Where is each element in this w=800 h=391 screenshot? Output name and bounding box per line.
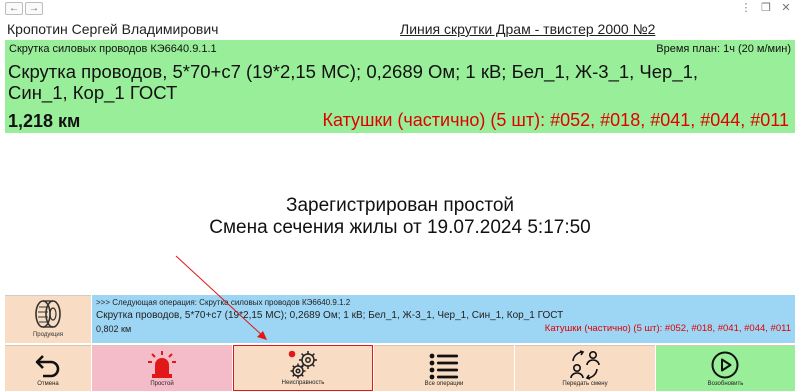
gears-fault-icon: [288, 350, 317, 379]
cancel-label: Отмена: [37, 381, 59, 387]
cancel-button[interactable]: Отмена: [5, 345, 91, 391]
downtime-message: Зарегистрирован простой Смена сечения жи…: [0, 195, 800, 239]
fault-button[interactable]: Неисправность: [233, 345, 373, 391]
fault-label: Неисправность: [281, 380, 325, 386]
downtime-message-detail: Смена сечения жилы от 19.07.2024 5:17:50: [209, 217, 591, 238]
operation-length: 1,218 км: [8, 111, 81, 131]
close-icon[interactable]: ✕: [776, 2, 796, 15]
products-button[interactable]: Продукция: [5, 295, 91, 343]
planned-time: Время план: 1ч (20 м/мин): [656, 43, 791, 55]
window-controls: ⋮ ❐ ✕: [736, 2, 796, 15]
all-operations-label: Все операции: [424, 381, 464, 387]
operation-title-line-2: Син_1, Кор_1 ГОСТ: [8, 82, 178, 103]
line-name-link[interactable]: Линия скрутки Драм - твистер 2000 №2: [400, 21, 655, 37]
operation-title-line-1: Скрутка проводов, 5*70+с7 (19*2,15 МС); …: [8, 61, 699, 82]
resume-label: Возобновить: [707, 381, 744, 387]
next-operation-panel[interactable]: >>> Следующая операция: Скрутка силовых …: [92, 295, 795, 343]
next-operation-header: >>> Следующая операция: Скрутка силовых …: [96, 298, 351, 307]
operation-coils: Катушки (частично) (5 шт): #052, #018, #…: [322, 110, 790, 130]
cable-reel-icon: [35, 300, 61, 328]
downtime-message-title: Зарегистрирован простой: [285, 195, 515, 216]
idle-button[interactable]: Простой: [92, 345, 232, 391]
back-icon[interactable]: ←: [5, 2, 23, 15]
top-bar: ← → ⋮ ❐ ✕: [0, 0, 800, 18]
products-label: Продукция: [32, 332, 64, 338]
resume-button[interactable]: Возобновить: [656, 345, 795, 391]
user-swap-icon: [570, 350, 600, 380]
user-name: Кропотин Сергей Владимирович: [7, 21, 219, 37]
idle-label: Простой: [150, 381, 174, 387]
restore-icon[interactable]: ❐: [756, 2, 776, 15]
next-operation-title: Скрутка проводов, 5*70+с7 (19*2,15 МС); …: [96, 310, 564, 321]
undo-icon: [35, 355, 60, 378]
all-operations-button[interactable]: Все операции: [374, 345, 514, 391]
operation-title: Скрутка проводов, 5*70+с7 (19*2,15 МС); …: [8, 61, 788, 103]
header: Кропотин Сергей Владимирович Линия скрут…: [0, 18, 800, 40]
more-menu-icon[interactable]: ⋮: [736, 2, 756, 15]
forward-icon[interactable]: →: [25, 2, 43, 15]
operation-code: Скрутка силовых проводов КЭ6640.9.1.1: [9, 43, 217, 55]
next-operation-length: 0,802 км: [96, 324, 132, 334]
play-circle-icon: [711, 351, 739, 379]
handover-shift-label: Передать смену: [562, 381, 608, 387]
alarm-light-icon: [148, 351, 176, 378]
handover-shift-button[interactable]: Передать смену: [515, 345, 655, 391]
list-icon: [429, 353, 458, 380]
next-operation-coils: Катушки (частично) (5 шт): #052, #018, #…: [544, 323, 791, 334]
current-operation-panel: Скрутка силовых проводов КЭ6640.9.1.1 Вр…: [5, 40, 795, 133]
